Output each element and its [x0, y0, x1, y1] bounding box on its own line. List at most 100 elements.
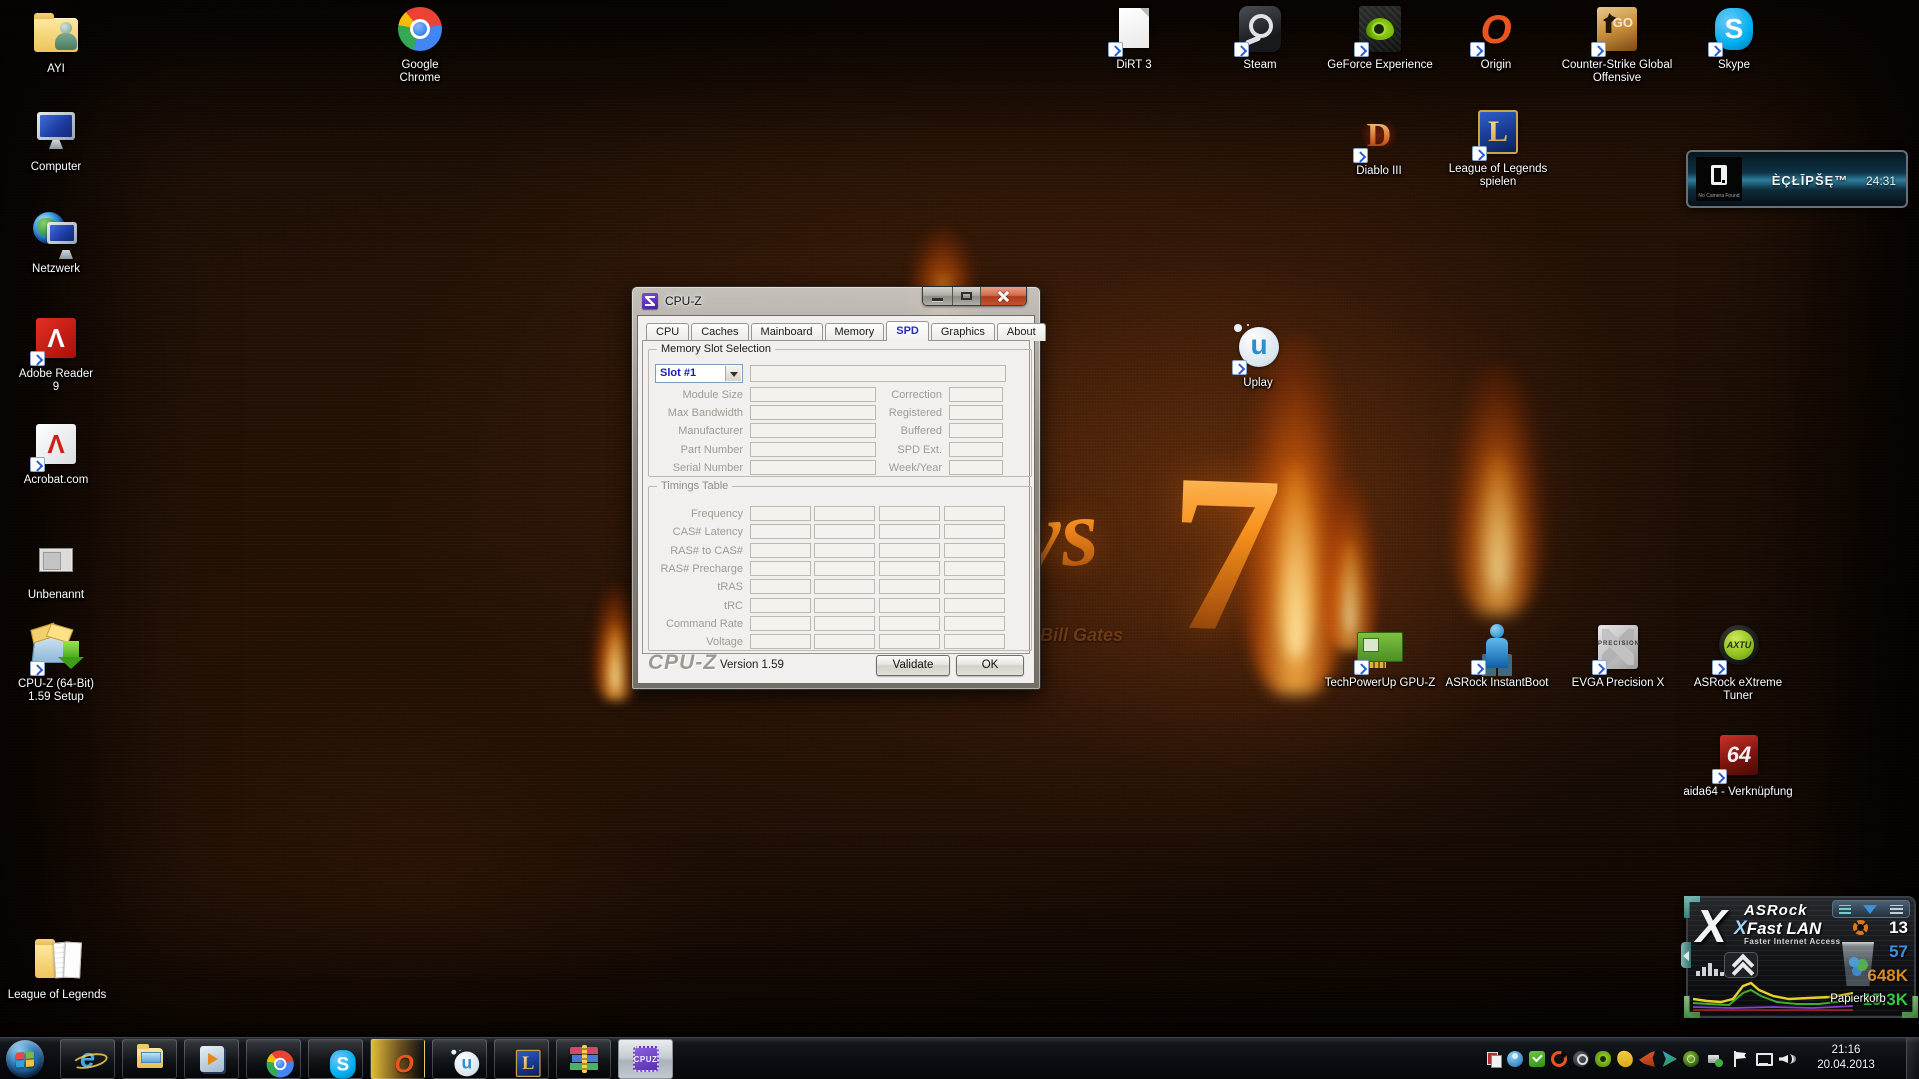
timing-cell: [944, 524, 1005, 539]
desktop-icon-chrome[interactable]: Google Chrome: [382, 6, 458, 85]
timing-cell: [750, 524, 811, 539]
taskbar-item-league-of-legends[interactable]: [494, 1039, 549, 1079]
desktop-icon-gpuz[interactable]: TechPowerUp GPU-Z: [1315, 624, 1445, 690]
timing-row-label: tRAS: [717, 581, 743, 593]
tray-antivirus-icon[interactable]: [1529, 1051, 1545, 1067]
start-button[interactable]: [6, 1040, 44, 1078]
tab-about[interactable]: About: [996, 323, 1046, 341]
ok-button[interactable]: OK: [956, 655, 1024, 676]
tray-axtu-icon[interactable]: [1683, 1051, 1699, 1067]
timing-cell: [879, 506, 940, 521]
tray-play-app-icon[interactable]: [1662, 1051, 1677, 1067]
desktop-icon-csgo[interactable]: Counter-Strike Global Offensive: [1557, 6, 1677, 85]
taskbar-clock[interactable]: 21:16 20.04.2013: [1801, 1043, 1891, 1073]
slot-select[interactable]: Slot #1: [655, 364, 743, 383]
tray-steam-icon[interactable]: [1573, 1051, 1589, 1067]
origin-icon: O: [394, 1050, 414, 1079]
widget-collapse-tab[interactable]: [1681, 942, 1691, 968]
timing-cell: [814, 543, 875, 558]
show-desktop-button[interactable]: [1906, 1038, 1919, 1079]
acrobat-icon: Λ: [30, 421, 81, 472]
tray-volume-icon[interactable]: [1779, 1051, 1795, 1067]
desktop-icon-cpuz-setup[interactable]: CPU-Z (64-Bit) 1.59 Setup: [10, 625, 102, 704]
timing-cell: [944, 616, 1005, 631]
internet-explorer-icon: [74, 1045, 102, 1073]
desktop-icon-axtu[interactable]: ASRock eXtreme Tuner: [1683, 624, 1793, 703]
desktop-icon-papierkorb[interactable]: Papierkorb: [1820, 940, 1896, 1006]
validate-button[interactable]: Validate: [876, 655, 950, 676]
tray-nvidia-icon[interactable]: [1595, 1051, 1611, 1067]
triangle-down-icon[interactable]: [1863, 904, 1878, 914]
eclipse-player-widget[interactable]: No Camera Found ÈÇŁĪPŠĘ™ 24:31: [1686, 150, 1908, 208]
cpuz-client-area: CPU Caches Mainboard Memory SPD Graphics…: [637, 315, 1046, 684]
tray-app-stack-icon[interactable]: [1485, 1051, 1502, 1068]
tray-network-icon[interactable]: [1755, 1051, 1773, 1067]
skype-icon: [1708, 6, 1759, 57]
timing-cell: [814, 598, 875, 613]
taskbar-item-origin[interactable]: O: [370, 1039, 425, 1079]
taskbar-item-windows-explorer[interactable]: [122, 1039, 177, 1079]
close-button[interactable]: [981, 287, 1026, 305]
icon-label: League of Legends spielen: [1448, 163, 1548, 188]
desktop-icon-instantboot[interactable]: ASRock InstantBoot: [1432, 624, 1562, 690]
desktop-icon-skype[interactable]: Skype: [1696, 6, 1772, 72]
taskbar-item-internet-explorer[interactable]: [60, 1039, 115, 1079]
chevron-down-icon[interactable]: [725, 366, 741, 381]
taskbar-item-cpuz[interactable]: [618, 1039, 673, 1079]
tray-action-center-icon[interactable]: [1731, 1051, 1747, 1067]
nvidia-icon: [1354, 6, 1405, 57]
tray-yellow-app-icon[interactable]: [1615, 1049, 1635, 1069]
eclipse-track-time: 24:31: [1865, 174, 1896, 188]
tab-spd[interactable]: SPD: [886, 321, 929, 341]
tab-mainboard[interactable]: Mainboard: [750, 323, 823, 341]
tab-graphics[interactable]: Graphics: [930, 323, 995, 341]
clock-time: 21:16: [1831, 1044, 1861, 1056]
desktop-icon-acrobat[interactable]: Λ Acrobat.com: [18, 421, 94, 487]
desktop-icon-netzwerk[interactable]: Netzwerk: [18, 210, 94, 276]
week-year-field: [949, 460, 1003, 475]
desktop-icon-computer[interactable]: Computer: [18, 108, 94, 174]
taskbar-item-skype[interactable]: [308, 1039, 363, 1079]
taskbar-item-uplay[interactable]: [432, 1039, 487, 1079]
taskbar-item-winrar[interactable]: [556, 1039, 611, 1079]
icon-label: Counter-Strike Global Offensive: [1561, 59, 1673, 84]
tray-usb-eject-icon[interactable]: [1707, 1051, 1723, 1067]
desktop-icon-diablo3[interactable]: Diablo III: [1341, 112, 1417, 178]
desktop-icon-origin[interactable]: O Origin: [1458, 6, 1534, 72]
tray-horn-app-icon[interactable]: [1639, 1051, 1655, 1067]
desktop-icon-geforce[interactable]: GeForce Experience: [1325, 6, 1435, 72]
tab-memory[interactable]: Memory: [824, 323, 885, 341]
list-icon[interactable]: [1839, 904, 1852, 914]
shortcut-arrow-icon: [1354, 660, 1369, 675]
cpuz-titlebar[interactable]: CPU-Z: [632, 287, 1040, 315]
tab-caches[interactable]: Caches: [691, 323, 749, 341]
shortcut-arrow-icon: [1354, 42, 1369, 57]
icon-label: CPU-Z (64-Bit) 1.59 Setup: [17, 678, 95, 703]
chrome-icon: [266, 1050, 294, 1078]
minimize-button[interactable]: [923, 287, 953, 305]
desktop-icon-ayi[interactable]: AYI: [18, 10, 94, 76]
icon-label: TechPowerUp GPU-Z: [1324, 677, 1436, 689]
buffered-field: [949, 423, 1003, 438]
icon-label: ASRock InstantBoot: [1445, 677, 1549, 689]
timing-cell: [879, 634, 940, 649]
desktop-icon-unbenannt[interactable]: Unbenannt: [18, 536, 94, 602]
maximize-button[interactable]: [953, 287, 981, 305]
hamburger-icon[interactable]: [1889, 904, 1903, 914]
timing-cell: [814, 634, 875, 649]
desktop-icon-steam[interactable]: Steam: [1222, 6, 1298, 72]
cpuz-window: CPU-Z CPU Caches Mainboard Memory SPD Gr…: [631, 286, 1046, 690]
desktop-icon-dirt3[interactable]: DiRT 3: [1096, 6, 1172, 72]
desktop-icon-lol-folder[interactable]: League of Legends: [2, 936, 112, 1002]
tray-instantboot-icon[interactable]: [1507, 1051, 1523, 1067]
taskbar-item-media-player[interactable]: [184, 1039, 239, 1079]
tab-cpu[interactable]: CPU: [646, 323, 690, 341]
desktop-icon-lol-spielen[interactable]: League of Legends spielen: [1438, 110, 1558, 189]
desktop-icon-evga[interactable]: EVGA Precision X: [1558, 624, 1678, 690]
field-label: Manufacturer: [678, 425, 743, 437]
taskbar-item-chrome[interactable]: [246, 1039, 301, 1079]
desktop-icon-uplay[interactable]: Uplay: [1220, 323, 1296, 390]
desktop-icon-adobe-reader[interactable]: Λ Adobe Reader 9: [18, 315, 94, 394]
tray-origin-icon[interactable]: [1551, 1051, 1567, 1067]
desktop-icon-aida64[interactable]: aida64 - Verknüpfung: [1673, 733, 1803, 799]
